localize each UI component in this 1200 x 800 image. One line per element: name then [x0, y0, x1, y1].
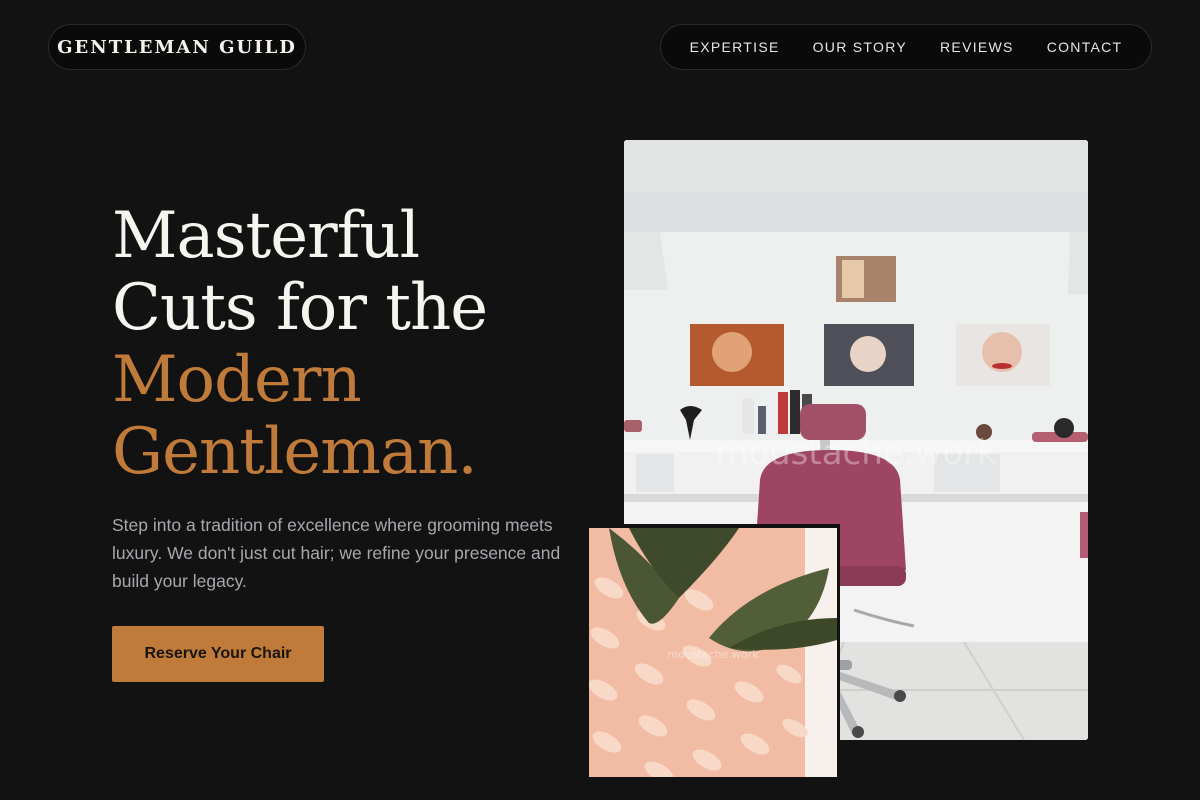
- small-photo-watermark: moustache.work: [667, 648, 759, 661]
- main-nav: EXPERTISE OUR STORY REVIEWS CONTACT: [660, 24, 1152, 70]
- nav-link-contact[interactable]: CONTACT: [1047, 39, 1123, 55]
- hero-headline: Masterful Cuts for the Modern Gentleman.: [112, 200, 592, 488]
- reserve-chair-label: Reserve Your Chair: [144, 645, 292, 662]
- logo-text: GENTLEMAN GUILD: [57, 36, 297, 58]
- nav-link-reviews[interactable]: REVIEWS: [940, 39, 1014, 55]
- headline-line-2: Cuts for the: [112, 271, 488, 345]
- pink-hooks-plant-photo: moustache.work: [586, 524, 840, 780]
- main-photo-watermark: moustache.work: [715, 433, 997, 473]
- headline-line-1: Masterful: [112, 199, 420, 273]
- logo-link[interactable]: GENTLEMAN GUILD: [48, 24, 306, 70]
- nav-link-expertise[interactable]: EXPERTISE: [690, 39, 780, 55]
- headline-line-3: Modern: [112, 343, 362, 417]
- reserve-chair-button[interactable]: Reserve Your Chair: [112, 626, 324, 682]
- nav-link-our-story[interactable]: OUR STORY: [813, 39, 907, 55]
- hero-description: Step into a tradition of excellence wher…: [112, 515, 561, 591]
- headline-line-4: Gentleman.: [112, 415, 478, 489]
